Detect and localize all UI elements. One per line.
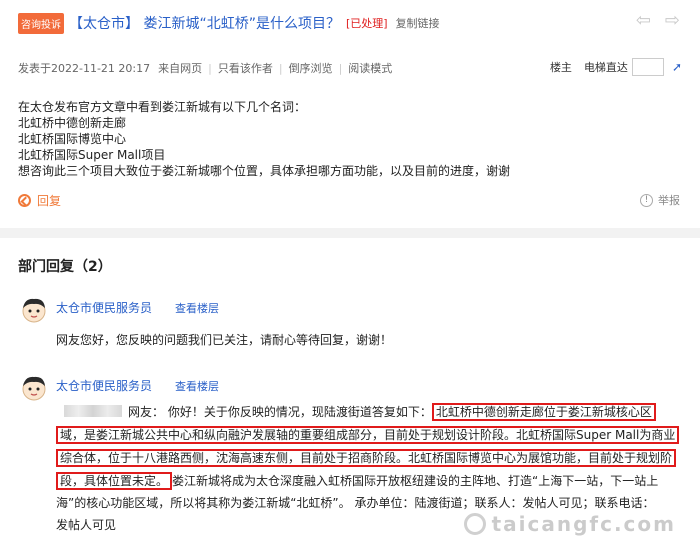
arrow-left-icon[interactable]: ⇦ <box>636 12 651 30</box>
report-button[interactable]: ! 举报 <box>640 192 680 208</box>
blurred-username <box>64 405 122 417</box>
reply-text: 发帖人可见 <box>56 518 117 532</box>
reply-line-4: 段，具体位置未定。 娄江新城将成为太仓深度融入虹桥国际开放枢纽建设的主阵地、打造“… <box>56 472 658 490</box>
post-line: 北虹桥中德创新走廊 <box>18 116 127 130</box>
post-line: 北虹桥国际Super Mall项目 <box>18 148 166 162</box>
reply-author[interactable]: 太仓市便民服务员 <box>56 377 152 394</box>
thread-title: 【太仓市】 娄江新城“北虹桥”是什么项目？ <box>69 16 340 32</box>
warning-icon: ! <box>640 193 653 207</box>
reply-label: 回复 <box>37 194 62 208</box>
highlighted-text: 段，具体位置未定。 <box>56 472 173 490</box>
reply-line-3: 综合体，位于十八港路西侧，沈海高速东侧，目前处于招商阶段。北虹桥国际博览中心为展… <box>56 449 677 467</box>
post-line: 想咨询此三个项目大致位于娄江新城哪个位置，具体承担哪方面功能，以及目前的进度，谢… <box>18 164 511 178</box>
reply-line-5: 海”的核心功能区域，所以将其称为娄江新城“北虹桥”。 承办单位：陆渡街道；联系人… <box>56 494 654 512</box>
nav-arrows: ⇦ ⇨ <box>636 12 680 30</box>
arrow-right-icon[interactable]: ⇨ <box>665 12 680 30</box>
reply-button[interactable]: 回复 <box>18 192 61 209</box>
reply-icon <box>18 194 31 207</box>
thread-header: 咨询投诉 【太仓市】 娄江新城“北虹桥”是什么项目？ [已处理] 复制链接 ⇦ … <box>0 0 700 238</box>
department-replies: 部门回复（2） 太仓市便民服务员 查看楼层 网友您好，您反映的问题我们已关注，请… <box>0 238 700 550</box>
status-badge: [已处理] <box>345 17 388 30</box>
highlighted-text: 域，是娄江新城公共中心和纵向融沪发展轴的重要组成部分，目前处于规划设计阶段。北虹… <box>56 426 680 444</box>
avatar <box>22 298 46 323</box>
floor-input[interactable] <box>631 58 664 76</box>
copy-link[interactable]: 复制链接 <box>396 15 440 31</box>
highlighted-text: 综合体，位于十八港路西侧，沈海高速东侧，目前处于招商阶段。北虹桥国际博览中心为展… <box>56 449 677 467</box>
reply-text: 网友您好，您反映的问题我们已关注，请耐心等待回复，谢谢！ <box>56 333 393 347</box>
post-line: 北虹桥国际博览中心 <box>18 132 127 146</box>
reverse-order-link[interactable]: 倒序浏览 <box>289 60 333 76</box>
go-arrow-icon[interactable]: ➚ <box>672 60 682 74</box>
meta-right: 楼主 电梯直达 ➚ <box>550 58 682 76</box>
post-line: 在太仓发布官方文章中看到娄江新城有以下几个名词： <box>18 100 307 114</box>
section-title: 部门回复（2） <box>18 259 112 275</box>
avatar <box>22 376 46 401</box>
read-mode-link[interactable]: 阅读模式 <box>348 60 392 76</box>
post-content: 在太仓发布官方文章中看到娄江新城有以下几个名词： 北虹桥中德创新走廊 北虹桥国际… <box>18 99 678 179</box>
post-meta: 发表于2022-11-21 20:17 来自网页 | 只看该作者 | 倒序浏览 … <box>18 58 682 76</box>
owner-label: 楼主 <box>549 61 572 74</box>
watermark-text: taicangfc.com <box>491 512 676 536</box>
post-date: 发表于2022-11-21 20:17 <box>18 62 151 75</box>
separator: | <box>338 61 343 75</box>
reply-text: 娄江新城将成为太仓深度融入虹桥国际开放枢纽建设的主阵地、打造“上海下一站，下一站… <box>172 474 659 488</box>
reply-author[interactable]: 太仓市便民服务员 <box>56 299 152 316</box>
post-source: 来自网页 <box>158 62 203 75</box>
separator: | <box>278 61 283 75</box>
view-floor-link[interactable]: 查看楼层 <box>175 300 219 316</box>
thread-title-row: 咨询投诉 【太仓市】 娄江新城“北虹桥”是什么项目？ [已处理] 复制链接 <box>18 12 440 34</box>
reply-item: 太仓市便民服务员 查看楼层 网友您好，您反映的问题我们已关注，请耐心等待回复，谢… <box>20 296 680 356</box>
report-label: 举报 <box>658 194 680 207</box>
reply-line-1: 网友： 你好！关于你反映的情况，现陆渡街道答复如下： 北虹桥中德创新走廊位于娄江新… <box>64 403 656 421</box>
reply-greeting: 网友： 你好！关于你反映的情况，现陆渡街道答复如下： <box>128 405 432 419</box>
reply-line-6: 发帖人可见 <box>56 516 116 534</box>
reply-line-2: 域，是娄江新城公共中心和纵向融沪发展轴的重要组成部分，目前处于规划设计阶段。北虹… <box>56 426 680 444</box>
watermark-logo-icon <box>463 513 486 535</box>
site-watermark: taicangfc.com <box>463 512 676 536</box>
category-badge[interactable]: 咨询投诉 <box>18 12 64 34</box>
jump-floor-label: 电梯直达 <box>583 61 628 74</box>
highlighted-text: 北虹桥中德创新走廊位于娄江新城核心区 <box>431 403 656 421</box>
author-only-link[interactable]: 只看该作者 <box>218 60 273 76</box>
section-divider <box>0 228 700 238</box>
view-floor-link[interactable]: 查看楼层 <box>175 378 219 394</box>
reply-text: 海”的核心功能区域，所以将其称为娄江新城“北虹桥”。 承办单位：陆渡街道；联系人… <box>56 496 655 510</box>
separator: | <box>208 61 212 75</box>
